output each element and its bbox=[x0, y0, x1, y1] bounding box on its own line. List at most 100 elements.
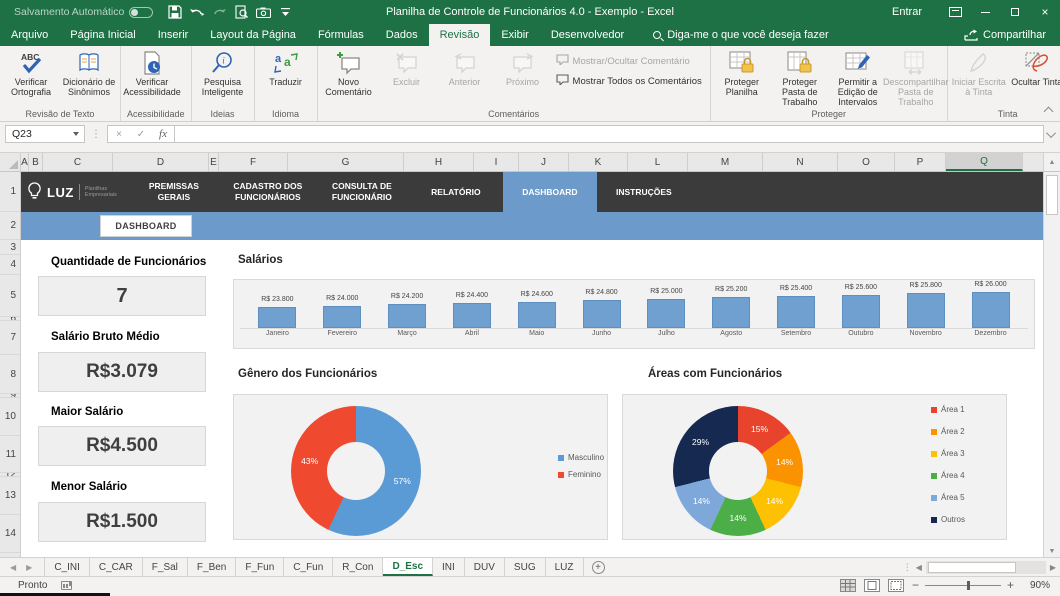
ribbon-tab-página-inicial[interactable]: Página Inicial bbox=[59, 24, 146, 46]
sheet-tab-f_sal[interactable]: F_Sal bbox=[143, 558, 188, 576]
macro-record-icon[interactable] bbox=[61, 581, 72, 590]
sheet-tab-ini[interactable]: INI bbox=[433, 558, 465, 576]
row-header-10[interactable]: 10 bbox=[0, 398, 20, 436]
ribbon-tab-desenvolvedor[interactable]: Desenvolvedor bbox=[540, 24, 635, 46]
autosave-toggle[interactable]: Salvamento Automático bbox=[14, 6, 153, 18]
zoom-out-icon[interactable]: − bbox=[912, 578, 919, 592]
print-preview-icon[interactable] bbox=[231, 2, 251, 22]
page-layout-view-icon[interactable] bbox=[864, 579, 880, 592]
row-header-13[interactable]: 13 bbox=[0, 477, 20, 515]
ribbon-tab-exibir[interactable]: Exibir bbox=[490, 24, 540, 46]
column-header-A[interactable]: A bbox=[21, 153, 29, 171]
zoom-slider[interactable] bbox=[925, 585, 1001, 586]
sheet-tab-f_ben[interactable]: F_Ben bbox=[188, 558, 236, 576]
smart-lookup-button[interactable]: iPesquisa Inteligente bbox=[194, 48, 252, 97]
row-header-7[interactable]: 7 bbox=[0, 321, 20, 355]
vscroll-up-icon[interactable]: ▲ bbox=[1043, 153, 1060, 171]
select-all-button[interactable] bbox=[0, 153, 21, 171]
hscroll-left-icon[interactable]: ◀ bbox=[916, 563, 922, 572]
sheet-nav-left-icon[interactable]: ◀ bbox=[10, 563, 16, 572]
horizontal-scrollbar[interactable] bbox=[926, 561, 1046, 574]
ribbon-tab-dados[interactable]: Dados bbox=[375, 24, 429, 46]
new-sheet-button[interactable]: + bbox=[592, 561, 605, 574]
camera-icon[interactable] bbox=[253, 2, 273, 22]
sheet-tab-duv[interactable]: DUV bbox=[465, 558, 505, 576]
sheet-tab-f_fun[interactable]: F_Fun bbox=[236, 558, 284, 576]
sheet-tab-sug[interactable]: SUG bbox=[505, 558, 546, 576]
protect-sheet-button[interactable]: Proteger Planilha bbox=[713, 48, 771, 97]
row-header-14[interactable]: 14 bbox=[0, 515, 20, 553]
column-header-D[interactable]: D bbox=[113, 153, 209, 171]
column-header-N[interactable]: N bbox=[763, 153, 838, 171]
zoom-slider-thumb[interactable] bbox=[967, 581, 970, 590]
hscroll-right-icon[interactable]: ▶ bbox=[1050, 563, 1056, 572]
qat-customize-icon[interactable] bbox=[275, 2, 295, 22]
row-header-1[interactable]: 1 bbox=[0, 172, 20, 212]
genero-donut-chart[interactable]: 57%43%MasculinoFeminino bbox=[233, 394, 608, 540]
row-header-8[interactable]: 8 bbox=[0, 355, 20, 394]
column-header-C[interactable]: C bbox=[43, 153, 113, 171]
ribbon-tab-layout-da-página[interactable]: Layout da Página bbox=[199, 24, 307, 46]
column-header-Q[interactable]: Q bbox=[946, 153, 1023, 171]
nav-tab-relatório[interactable]: RELATÓRIO bbox=[409, 172, 503, 212]
allow-edit-ranges-button[interactable]: Permitir a Edição de Intervalos bbox=[829, 48, 887, 107]
column-header-O[interactable]: O bbox=[838, 153, 895, 171]
minimize-button[interactable] bbox=[970, 0, 1000, 24]
sheet-tab-c_ini[interactable]: C_INI bbox=[44, 558, 90, 576]
sheet-tab-c_car[interactable]: C_CAR bbox=[90, 558, 143, 576]
new-comment-button[interactable]: Novo Comentário bbox=[320, 48, 378, 97]
share-button[interactable]: Compartilhar bbox=[964, 24, 1046, 46]
areas-donut-chart[interactable]: 15%14%14%14%14%29%Área 1Área 2Área 3Área… bbox=[622, 394, 1007, 540]
zoom-level[interactable]: 90% bbox=[1022, 580, 1050, 591]
ribbon-tab-arquivo[interactable]: Arquivo bbox=[0, 24, 59, 46]
row-header-5[interactable]: 5 bbox=[0, 275, 20, 317]
name-box-dropdown-icon[interactable] bbox=[73, 132, 79, 136]
protect-workbook-button[interactable]: Proteger Pasta de Trabalho bbox=[771, 48, 829, 107]
sheet-tab-d_esc[interactable]: D_Esc bbox=[383, 558, 433, 576]
restore-button[interactable] bbox=[1000, 0, 1030, 24]
column-header-G[interactable]: G bbox=[288, 153, 404, 171]
ribbon-display-options-icon[interactable] bbox=[940, 0, 970, 24]
hscroll-thumb[interactable] bbox=[928, 562, 1016, 573]
nav-tab-dashboard[interactable]: DASHBOARD bbox=[503, 172, 597, 212]
translate-button[interactable]: aaTraduzir bbox=[257, 48, 315, 87]
zoom-in-icon[interactable]: + bbox=[1007, 578, 1014, 592]
vscroll-down-icon[interactable]: ▼ bbox=[1044, 548, 1060, 555]
cancel-formula-icon[interactable]: × bbox=[108, 129, 130, 140]
thesaurus-button[interactable]: Dicionário de Sinônimos bbox=[60, 48, 118, 97]
column-header-K[interactable]: K bbox=[569, 153, 628, 171]
page-break-view-icon[interactable] bbox=[888, 579, 904, 592]
save-icon[interactable] bbox=[165, 2, 185, 22]
column-header-F[interactable]: F bbox=[219, 153, 288, 171]
accessibility-check-button[interactable]: Verificar Acessibilidade bbox=[123, 48, 181, 97]
ribbon-tab-revisão[interactable]: Revisão bbox=[429, 24, 491, 46]
ribbon-tab-inserir[interactable]: Inserir bbox=[147, 24, 200, 46]
nav-tab-cadastro-dos-funcionários[interactable]: CADASTRO DOS FUNCIONÁRIOS bbox=[221, 172, 315, 212]
ribbon-tab-fórmulas[interactable]: Fórmulas bbox=[307, 24, 375, 46]
redo-icon[interactable] bbox=[209, 2, 229, 22]
sheet-tab-r_con[interactable]: R_Con bbox=[333, 558, 383, 576]
row-header-11[interactable]: 11 bbox=[0, 436, 20, 473]
sheet-nav-right-icon[interactable]: ▶ bbox=[26, 563, 32, 572]
column-header-I[interactable]: I bbox=[474, 153, 519, 171]
column-header-L[interactable]: L bbox=[628, 153, 688, 171]
hide-ink-button[interactable]: Ocultar Tinta bbox=[1008, 48, 1060, 87]
column-header-E[interactable]: E bbox=[209, 153, 219, 171]
tell-me-search[interactable]: Diga-me o que você deseja fazer bbox=[653, 24, 828, 46]
show-all-comments-button[interactable]: Mostrar Todos os Comentários bbox=[556, 74, 702, 88]
nav-tab-premissas-gerais[interactable]: PREMISSAS GERAIS bbox=[127, 172, 221, 212]
name-box[interactable]: Q23 bbox=[5, 125, 85, 143]
sheet-tab-c_fun[interactable]: C_Fun bbox=[284, 558, 333, 576]
enter-formula-icon[interactable]: ✓ bbox=[130, 129, 152, 140]
sheet-tab-luz[interactable]: LUZ bbox=[546, 558, 584, 576]
column-header-M[interactable]: M bbox=[688, 153, 763, 171]
close-button[interactable]: × bbox=[1030, 0, 1060, 24]
insert-function-icon[interactable]: fx bbox=[152, 128, 174, 140]
spellcheck-button[interactable]: ABCVerificar Ortografia bbox=[2, 48, 60, 97]
row-header-2[interactable]: 2 bbox=[0, 212, 20, 240]
expand-formula-bar-icon[interactable] bbox=[1046, 128, 1056, 138]
row-header-3[interactable]: 3 bbox=[0, 240, 20, 255]
column-header-J[interactable]: J bbox=[519, 153, 569, 171]
column-header-H[interactable]: H bbox=[404, 153, 474, 171]
sign-in-button[interactable]: Entrar bbox=[892, 6, 922, 18]
